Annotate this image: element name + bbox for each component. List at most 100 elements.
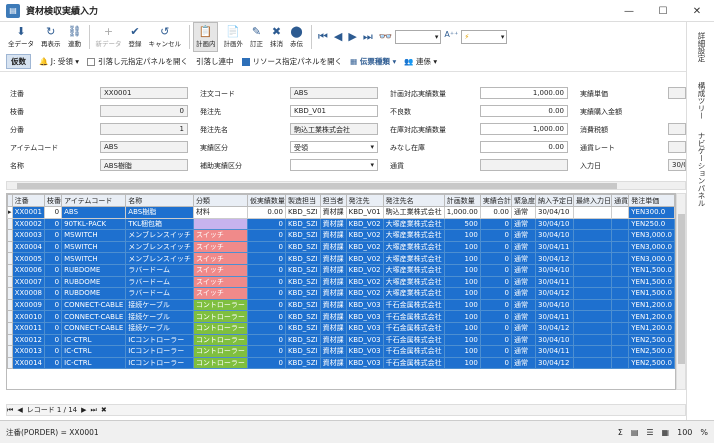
cell-1[interactable]: 0 [44,229,63,242]
toolbar-button-9[interactable]: ✖ 抹消 [268,22,285,52]
cell-4[interactable]: コントローラー [192,333,248,347]
cell-14[interactable] [573,263,613,277]
cell-10[interactable]: 100 [443,275,481,289]
cell-9[interactable]: 千石金属株式会社 [382,345,445,358]
table-row[interactable]: XX0005 0 MSWITCH メンブレンスイッチ スイッチ 0 KBD_SZI 資材課 KB… [7,252,675,265]
cell-7[interactable]: 資材課 [319,263,347,277]
column-header-5[interactable]: 仮実績数量 [246,194,286,207]
cell-9[interactable]: 大塚産業株式会社 [382,240,445,254]
cell-2[interactable]: MSWITCH [61,252,127,265]
cell-8[interactable]: KBD_V03 [345,345,384,358]
stock-qty-field[interactable]: 1,000.00 [480,123,568,135]
cell-9[interactable]: 大塚産業株式会社 [382,252,445,265]
cell-4[interactable]: コントローラー [192,321,248,335]
cell-5[interactable]: 0 [246,356,286,370]
cell-5[interactable]: 0 [246,310,286,323]
cell-5[interactable]: 0 [246,345,286,358]
cell-8[interactable]: KBD_V02 [345,287,384,300]
cell-3[interactable]: メンブレンスイッチ [125,240,194,254]
delete-record-button[interactable]: ✖ [101,406,107,414]
cell-2[interactable]: 90TKL-PACK [61,217,127,231]
plan-qty-field[interactable]: 1,000.00 [480,87,568,99]
cell-6[interactable]: KBD_SZI [284,310,321,323]
cell-13[interactable]: 30/04/10 [534,229,575,242]
cell-10[interactable]: 1,000.00 [443,206,481,219]
list-view-icon[interactable]: ☰ [646,428,653,437]
defect-field[interactable]: 0.00 [480,105,568,117]
cell-6[interactable]: KBD_SZI [284,217,321,231]
cell-0[interactable]: XX0014 [11,356,46,370]
cell-15[interactable] [611,310,630,323]
cell-1[interactable]: 0 [44,263,63,277]
cell-9[interactable]: 千石金属株式会社 [382,310,445,323]
table-row[interactable]: XX0011 0 CONNECT-CABLE 接続ケーブル コントローラー 0 KBD_SZ… [7,321,675,335]
cell-4[interactable]: コントローラー [192,298,248,312]
cell-10[interactable]: 100 [443,333,481,347]
cell-4[interactable]: スイッチ [192,275,248,289]
side-tab-tree[interactable]: 構成ツリー [696,82,707,120]
po-code-field[interactable]: ABS [290,87,378,99]
cell-5[interactable]: 0 [246,298,286,312]
cell-11[interactable]: 0 [479,298,512,312]
cell-13[interactable]: 30/04/12 [534,321,575,335]
source-panel-toggle[interactable]: 引落し元指定パネルを開く [87,56,188,67]
zoom-level[interactable]: 100 [677,428,692,437]
cell-9[interactable]: 千石金属株式会社 [382,356,445,370]
cell-5[interactable]: 0 [246,287,286,300]
cell-12[interactable]: 通常 [510,321,536,335]
cell-3[interactable]: ICコントローラー [125,345,194,358]
cell-1[interactable]: 0 [44,298,63,312]
cell-0[interactable]: XX0003 [11,229,46,242]
name-field[interactable]: ABS樹脂 [100,159,188,171]
maximize-button[interactable]: ☐ [646,0,680,22]
cell-14[interactable] [573,229,613,242]
cell-1[interactable]: 0 [44,240,63,254]
cell-4[interactable] [192,217,248,231]
column-header-15[interactable]: 通貨 [611,194,630,207]
column-header-16[interactable]: 発注単価 [628,194,675,207]
cell-11[interactable]: 0 [479,252,512,265]
last-record-button[interactable]: ⏭ [91,406,97,415]
column-header-8[interactable]: 発注先 [345,194,384,207]
cell-5[interactable]: 0 [246,275,286,289]
cell-15[interactable] [611,275,630,289]
cell-6[interactable]: KBD_SZI [284,298,321,312]
toolbar-button-4[interactable]: ✔ 登録 [126,22,143,52]
resource-panel-toggle[interactable]: リソース指定パネルを開く [241,56,342,67]
cell-8[interactable]: KBD_V02 [345,263,384,277]
prev-record-button[interactable]: ◀ [17,406,22,414]
cell-5[interactable]: 0 [246,321,286,335]
cell-10[interactable]: 100 [443,240,481,254]
cell-9[interactable]: 大塚産業株式会社 [382,275,445,289]
cell-15[interactable] [611,287,630,300]
cell-10[interactable]: 100 [443,310,481,323]
cell-7[interactable]: 資材課 [319,252,347,265]
cell-13[interactable]: 30/04/10 [534,298,575,312]
nav-button-1[interactable]: ◀ [334,30,342,43]
cell-1[interactable]: 0 [44,345,63,358]
table-row[interactable]: XX0013 0 IC-CTRL ICコントローラー コントローラー 0 KBD_SZI 資材… [7,345,675,358]
cell-16[interactable]: YEN1,500.0 [628,263,675,277]
cell-9[interactable]: 千石金属株式会社 [382,321,445,335]
cell-13[interactable]: 30/04/11 [534,345,575,358]
column-header-3[interactable]: 名称 [125,194,194,207]
cell-2[interactable]: IC-CTRL [61,356,127,370]
cell-0[interactable]: XX0004 [11,240,46,254]
cell-10[interactable]: 100 [443,263,481,277]
cell-15[interactable] [611,333,630,347]
cell-7[interactable]: 資材課 [319,240,347,254]
grid-vertical-scrollbar[interactable] [676,193,686,390]
cell-6[interactable]: KBD_SZI [284,345,321,358]
cell-14[interactable] [573,356,613,370]
cell-15[interactable] [611,298,630,312]
currency-field[interactable] [480,159,568,171]
cell-16[interactable]: YEN250.0 [628,217,675,231]
toolbar-button-5[interactable]: ↺ キャンセル [146,22,183,52]
cell-4[interactable]: コントローラー [192,310,248,323]
cell-3[interactable]: ラバードーム [125,287,194,300]
cell-15[interactable] [611,345,630,358]
cell-14[interactable] [573,345,613,358]
cell-1[interactable]: 0 [44,287,63,300]
cell-6[interactable]: KBD_SZI [284,252,321,265]
cell-13[interactable]: 30/04/11 [534,310,575,323]
